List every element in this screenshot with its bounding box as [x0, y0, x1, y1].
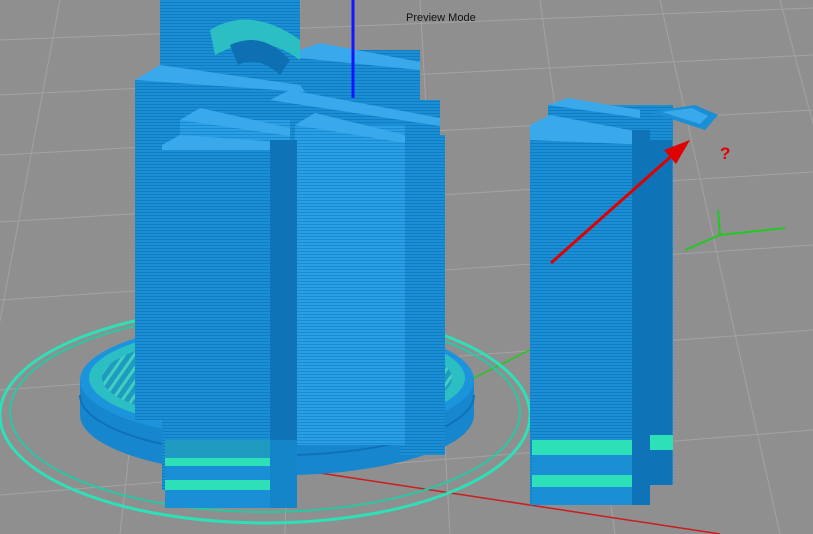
right-pillar-front	[530, 115, 650, 505]
3d-preview-viewport[interactable]: Preview Mode ?	[0, 0, 813, 534]
left-front-pillar	[162, 135, 297, 508]
preview-mode-label: Preview Mode	[406, 12, 476, 24]
question-mark-annotation: ?	[720, 144, 731, 163]
print-preview-scene[interactable]	[0, 0, 813, 534]
axis-gizmo	[684, 209, 786, 251]
